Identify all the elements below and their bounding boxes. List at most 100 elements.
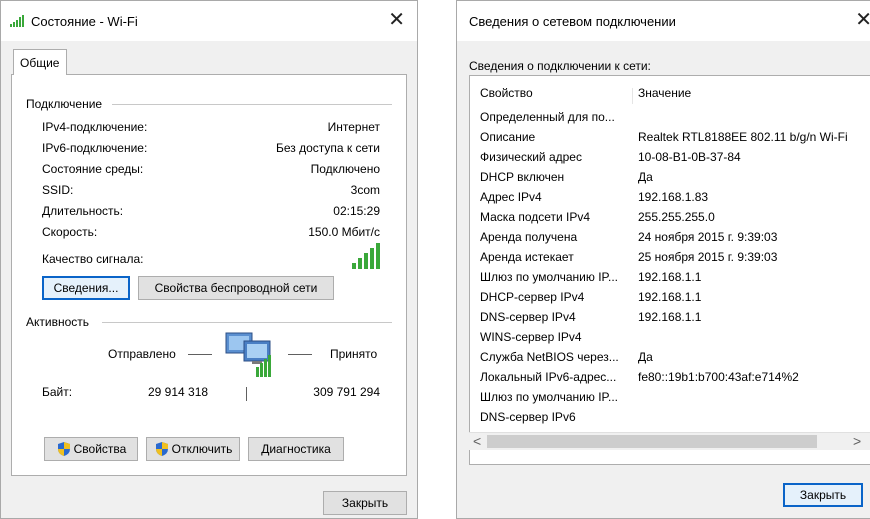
list-item[interactable]: Маска подсети IPv4 255.255.255.0 xyxy=(470,210,870,230)
signal-bar xyxy=(358,258,362,269)
property-name: Шлюз по умолчанию IP... xyxy=(480,390,618,404)
list-item[interactable]: Шлюз по умолчанию IP... 192.168.1.1 xyxy=(470,270,870,290)
property-value: 192.168.1.1 xyxy=(638,290,702,304)
list-item[interactable]: DNS-сервер IPv4 192.168.1.1 xyxy=(470,310,870,330)
property-value: 25 ноября 2015 г. 9:39:03 xyxy=(638,250,778,264)
property-name: WINS-сервер IPv4 xyxy=(480,330,582,344)
received-line xyxy=(288,354,312,355)
property-name: Шлюз по умолчанию IP... xyxy=(480,270,618,284)
list-item[interactable]: Аренда истекает 25 ноября 2015 г. 9:39:03 xyxy=(470,250,870,270)
property-name: Аренда истекает xyxy=(480,250,574,264)
list-item[interactable]: Локальный IPv6-адрес... fe80::19b1:b700:4… xyxy=(470,370,870,390)
close-icon[interactable]: ✕ xyxy=(388,7,405,32)
properties-button[interactable]: Свойства xyxy=(44,437,138,461)
property-name: DHCP включен xyxy=(480,170,565,184)
ipv6-value: Без доступа к сети xyxy=(276,141,380,155)
details-button[interactable]: Сведения... xyxy=(42,276,130,300)
scroll-left-icon[interactable]: < xyxy=(473,433,481,449)
bytes-received-value: 309 791 294 xyxy=(313,385,380,399)
ssid-value: 3com xyxy=(350,183,380,197)
window-title: Сведения о сетевом подключении xyxy=(469,14,676,29)
media-state-label: Состояние среды: xyxy=(42,162,144,176)
list-item[interactable]: Аренда получена 24 ноября 2015 г. 9:39:03 xyxy=(470,230,870,250)
list-item[interactable]: Определенный для по... xyxy=(470,110,870,130)
bytes-label: Байт: xyxy=(42,385,73,399)
received-label: Принято xyxy=(330,347,378,361)
list-item[interactable]: DHCP-сервер IPv4 192.168.1.1 xyxy=(470,290,870,310)
close-icon[interactable]: ✕ xyxy=(855,7,870,32)
list-item[interactable]: WINS-сервер IPv4 xyxy=(470,330,870,350)
diagnose-button[interactable]: Диагностика xyxy=(248,437,344,461)
list-item[interactable]: Служба NetBIOS через... Да xyxy=(470,350,870,370)
list-item[interactable]: Описание Realtek RTL8188EE 802.11 b/g/n W… xyxy=(470,130,870,150)
signal-quality-label: Качество сигнала: xyxy=(42,252,144,266)
list-item[interactable]: Шлюз по умолчанию IP... xyxy=(470,390,870,410)
property-value: 192.168.1.1 xyxy=(638,270,702,284)
close-button[interactable]: Закрыть xyxy=(783,483,863,507)
property-value: 255.255.255.0 xyxy=(638,210,715,224)
list-item[interactable]: Адрес IPv4 192.168.1.83 xyxy=(470,190,870,210)
property-value: fe80::19b1:b700:43af:e714%2 xyxy=(638,370,799,384)
sent-label: Отправлено xyxy=(108,347,176,361)
title-bar: Состояние - Wi-Fi ✕ xyxy=(1,1,417,41)
property-value: Realtek RTL8188EE 802.11 b/g/n Wi-Fi xyxy=(638,130,848,144)
network-details-window: Сведения о сетевом подключении ✕ Сведени… xyxy=(456,0,870,519)
property-name: Адрес IPv4 xyxy=(480,190,542,204)
shield-icon xyxy=(57,442,70,456)
group-divider xyxy=(112,104,392,105)
property-name: DHCP-сервер IPv4 xyxy=(480,290,585,304)
signal-bar xyxy=(376,243,380,269)
tab-general[interactable]: Общие xyxy=(13,49,67,75)
details-section-label: Сведения о подключении к сети: xyxy=(469,59,651,73)
property-value: 10-08-B1-0B-37-84 xyxy=(638,150,741,164)
scrollbar-thumb[interactable] xyxy=(487,435,817,448)
ipv4-value: Интернет xyxy=(327,120,380,134)
list-item[interactable]: DHCP включен Да xyxy=(470,170,870,190)
list-item[interactable]: Физический адрес 10-08-B1-0B-37-84 xyxy=(470,150,870,170)
property-value: Да xyxy=(638,350,653,364)
property-value: 192.168.1.83 xyxy=(638,190,709,204)
property-name: Служба NetBIOS через... xyxy=(480,350,619,364)
list-header: Свойство Значение xyxy=(470,86,870,106)
shield-icon xyxy=(155,442,168,456)
speed-label: Скорость: xyxy=(42,225,98,239)
property-name: Локальный IPv6-адрес... xyxy=(480,370,617,384)
property-value: Да xyxy=(638,170,653,184)
title-bar: Сведения о сетевом подключении ✕ xyxy=(457,1,870,41)
property-value: 24 ноября 2015 г. 9:39:03 xyxy=(638,230,778,244)
wifi-signal-icon xyxy=(10,15,24,27)
property-name: DNS-сервер IPv6 xyxy=(480,410,576,424)
speed-value: 150.0 Мбит/с xyxy=(308,225,380,239)
signal-bar xyxy=(352,263,356,269)
horizontal-scrollbar[interactable]: < > xyxy=(469,432,870,450)
activity-divider xyxy=(246,387,247,401)
window-title: Состояние - Wi-Fi xyxy=(31,14,138,29)
disable-button-label: Отключить xyxy=(171,442,233,456)
group-divider xyxy=(102,322,392,323)
media-state-value: Подключено xyxy=(310,162,380,176)
ipv6-label: IPv6-подключение: xyxy=(42,141,148,155)
wireless-properties-button[interactable]: Свойства беспроводной сети xyxy=(138,276,334,300)
column-separator[interactable] xyxy=(632,88,633,104)
column-header-property[interactable]: Свойство xyxy=(480,86,630,100)
signal-bar xyxy=(364,253,368,269)
scroll-right-icon[interactable]: > xyxy=(853,433,861,449)
property-value: 192.168.1.1 xyxy=(638,310,702,324)
details-list[interactable]: Свойство Значение Определенный для по...… xyxy=(469,75,870,465)
disable-button[interactable]: Отключить xyxy=(146,437,240,461)
activity-group-header: Активность xyxy=(26,315,90,329)
bytes-sent-value: 29 914 318 xyxy=(148,385,209,399)
network-computers-icon xyxy=(225,332,271,377)
duration-value: 02:15:29 xyxy=(333,204,380,218)
sent-line xyxy=(188,354,212,355)
property-name: DNS-сервер IPv4 xyxy=(480,310,576,324)
wifi-status-window: Состояние - Wi-Fi ✕ Общие Подключение IP… xyxy=(0,0,418,519)
close-button[interactable]: Закрыть xyxy=(323,491,407,515)
property-name: Описание xyxy=(480,130,536,144)
property-name: Аренда получена xyxy=(480,230,578,244)
property-name: Маска подсети IPv4 xyxy=(480,210,591,224)
signal-bar xyxy=(370,248,374,269)
ipv4-label: IPv4-подключение: xyxy=(42,120,148,134)
column-header-value[interactable]: Значение xyxy=(638,86,691,100)
list-item[interactable]: DNS-сервер IPv6 xyxy=(470,410,870,430)
